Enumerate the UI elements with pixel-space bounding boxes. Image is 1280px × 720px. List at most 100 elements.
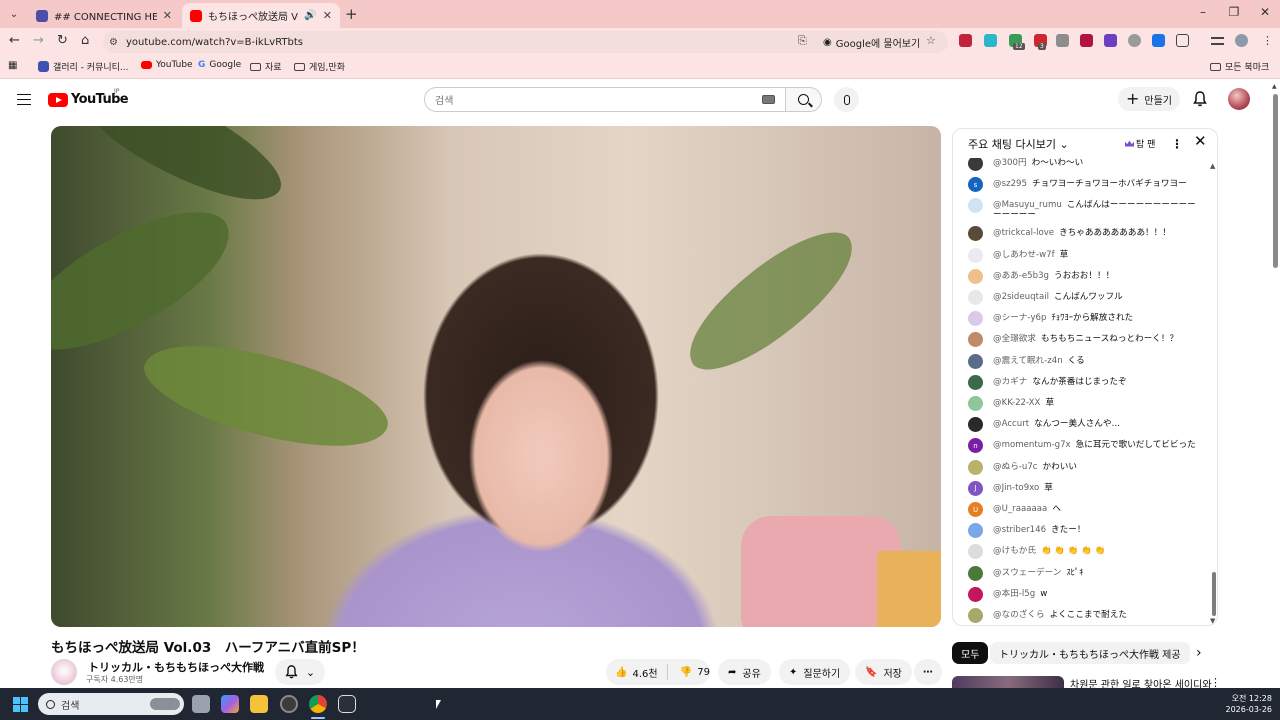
hamburger-menu-icon[interactable] [17,94,31,105]
chat-message[interactable]: @けもか氏 👏 👏 👏 👏 👏 [968,544,1198,560]
account-avatar[interactable] [1228,88,1250,110]
bookmark-folder[interactable]: 자료 [250,60,282,73]
scroll-up-arrow-icon[interactable]: ▲ [1210,162,1215,170]
bookmark-gallery[interactable]: 갤러리 - 커뮤니티... [38,60,129,73]
related-video-thumbnail[interactable] [952,676,1064,688]
minimize-icon[interactable]: – [1188,5,1218,19]
apps-grid-icon[interactable]: ▦ [8,60,17,71]
chat-message[interactable]: n @momentum-g7x 急に耳元で歌いだしてビビった [968,438,1198,454]
chat-author-avatar[interactable] [968,247,983,263]
chat-author-avatar[interactable] [968,523,983,539]
chat-message[interactable]: @ああ-e5b3g うおおお！！！ [968,268,1198,284]
scroll-thumb[interactable] [1273,94,1278,268]
youtube-logo[interactable]: YouTube JP [48,88,129,107]
subscription-bell-button[interactable]: ⌄ [275,659,325,685]
all-bookmarks[interactable]: 모든 북마크 [1210,60,1269,73]
home-icon[interactable]: ⌂ [81,33,89,48]
chat-author-avatar[interactable] [968,353,983,369]
extension-icon[interactable] [984,34,997,47]
create-button[interactable]: + 만들기 [1118,87,1180,111]
site-info-icon[interactable]: ⚙ [109,37,118,48]
window-close-icon[interactable]: ✕ [1250,5,1280,19]
chat-author-name[interactable]: @ああ-e5b3g [993,271,1049,281]
chat-author-name[interactable]: @けもか氏 [993,546,1036,556]
chat-author-avatar[interactable] [968,311,983,327]
tab-search-chevron-icon[interactable]: ⌄ [4,4,24,24]
tab-active[interactable]: もちほっぺ放送局 Vol.03 🔊 ✕ [182,3,340,28]
chip-channel[interactable]: トリッカル・もちもちほっぺ大作戦 제공 [990,642,1190,664]
close-chat-icon[interactable]: ✕ [1194,132,1207,150]
chat-author-avatar[interactable] [968,374,983,390]
chat-message[interactable]: @しあわせ-w7f 草 [968,247,1198,263]
chat-author-avatar[interactable] [968,459,983,475]
chat-author-avatar[interactable] [968,158,983,171]
voice-search-button[interactable] [834,87,859,112]
chat-author-avatar[interactable] [968,332,983,348]
more-actions-button[interactable]: ⋯ [914,659,942,685]
chat-author-name[interactable]: @本田-l5g [993,589,1035,599]
windows-start-icon[interactable] [13,697,28,712]
video-player[interactable] [51,126,941,627]
chat-message[interactable]: @カギナ なんか茶番はじまったぞ [968,374,1198,390]
chat-author-avatar[interactable]: U [968,502,983,517]
chat-message[interactable]: U @U_raaaaaa へ [968,502,1198,517]
reading-list-icon[interactable] [1211,37,1224,45]
chat-author-avatar[interactable] [968,268,983,284]
chat-author-avatar[interactable] [968,586,983,602]
chat-message[interactable]: @震えて眠れ-z4n くる [968,353,1198,369]
bookmark-star-icon[interactable]: ☆ [926,34,936,47]
tab-close-icon[interactable]: ✕ [323,9,332,22]
chat-message[interactable]: @KK-22-XX 草 [968,396,1198,411]
chat-author-name[interactable]: @スウェーデーン [993,568,1061,578]
chat-author-name[interactable]: @2sideuqtail [993,292,1049,302]
extension-icon[interactable] [1104,34,1117,47]
chat-author-avatar[interactable] [968,290,983,305]
like-button[interactable]: 👍 4.6천 [606,664,668,680]
chat-author-name[interactable]: @sz295 [993,179,1027,189]
forward-arrow-icon[interactable]: → [33,33,44,48]
page-scrollbar[interactable]: ▲ [1270,80,1280,688]
extension-icon[interactable] [1056,34,1069,47]
profile-avatar-icon[interactable] [1235,34,1248,47]
restore-icon[interactable]: ❐ [1219,5,1249,19]
chat-message-list[interactable]: @300円 わ〜いわ〜い s @sz295 チョワヨーチョワヨーホバギチョワヨー @Mas… [953,158,1217,625]
chat-message[interactable]: @なのざくら よくここまで耐えた [968,608,1198,623]
chip-all[interactable]: 모두 [952,642,989,664]
reload-icon[interactable]: ↻ [57,33,68,48]
chat-author-avatar[interactable] [968,417,983,433]
search-button[interactable] [785,87,822,112]
taskbar-search-input[interactable]: 검색 [38,693,184,715]
chat-author-avatar[interactable] [968,608,983,623]
chat-author-name[interactable]: @Jin-to9xo [993,483,1039,493]
notifications-bell-icon[interactable] [1193,91,1207,107]
chat-message[interactable]: @striber146 きたー！ [968,523,1198,539]
scroll-up-arrow-icon[interactable]: ▲ [1272,83,1277,90]
download-icon[interactable] [1152,34,1165,47]
chat-author-name[interactable]: @momentum-g7x [993,440,1071,450]
chat-author-avatar[interactable] [968,396,983,411]
chat-message[interactable]: s @sz295 チョワヨーチョワヨーホバギチョワヨー [968,177,1198,193]
chat-author-name[interactable]: @striber146 [993,525,1046,535]
chat-message[interactable]: @ぬら-u7c かわいい [968,459,1198,475]
chat-message[interactable]: @全璟欲求 もちもちニュースねっとわーく！？ [968,332,1198,348]
chevron-right-icon[interactable]: › [1196,645,1202,661]
file-explorer-icon[interactable] [250,695,268,713]
speaker-icon[interactable]: 🔊 [304,10,316,21]
chat-message[interactable]: @Masuyu_rumu こんばんはーーーーーーーーーーーーーーー [968,198,1198,220]
chat-author-name[interactable]: @300円 [993,158,1027,168]
chat-author-name[interactable]: @しあわせ-w7f [993,250,1055,260]
share-button[interactable]: ➦ 공유 [718,659,771,685]
extension-icon[interactable] [1080,34,1093,47]
chat-author-name[interactable]: @なのざくら [993,610,1045,620]
chat-author-name[interactable]: @Masuyu_rumu [993,200,1062,210]
tab-close-icon[interactable]: ✕ [163,9,172,22]
chat-author-name[interactable]: @U_raaaaaa [993,504,1047,514]
bookmark-google[interactable]: G Google [198,60,241,70]
chat-message[interactable]: @trickcal-love きちゃあああああああ！！！ [968,226,1198,242]
save-button[interactable]: 🔖 저장 [855,659,912,685]
extensions-puzzle-icon[interactable] [1176,34,1189,47]
messenger-icon[interactable] [338,695,356,713]
channel-name[interactable]: トリッカル・もちもちほっぺ大作戦 [88,659,264,675]
search-input[interactable]: 검색 [424,87,786,112]
chat-author-name[interactable]: @シーナ-y6p [993,313,1047,323]
